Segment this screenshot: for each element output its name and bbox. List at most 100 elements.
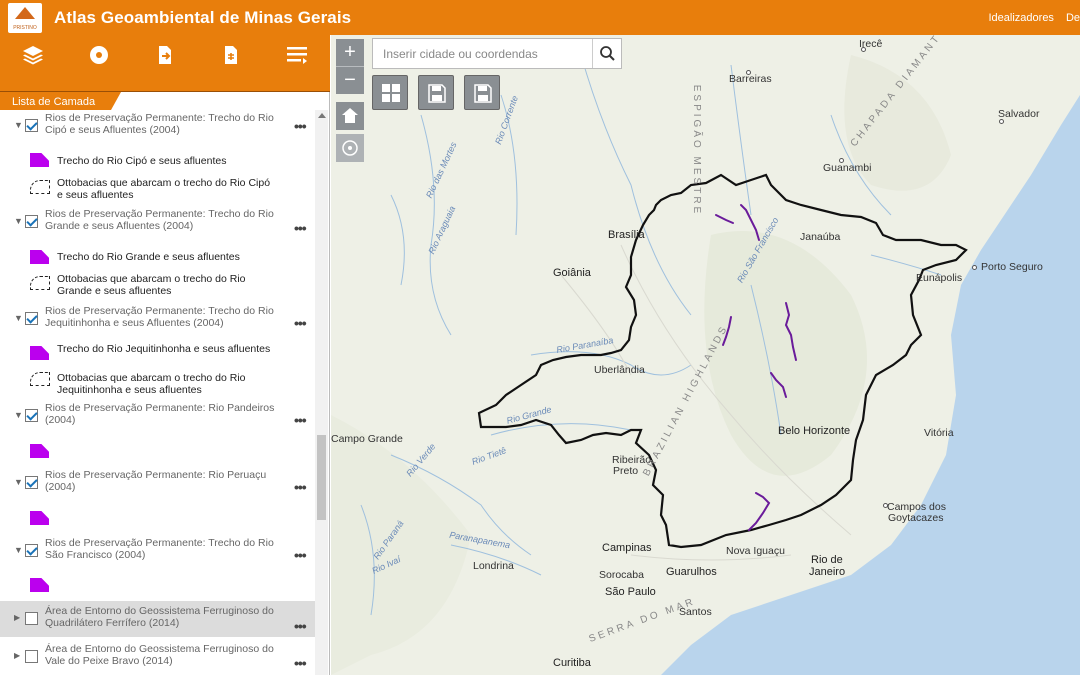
place-label: Nova Iguaçu [726,545,785,557]
menu-icon [287,46,307,64]
print-button[interactable] [198,35,264,74]
layer-name: Rios de Preservação Permanente: Trecho d… [45,208,274,232]
place-label: Janeiro [809,566,846,578]
collapse-caret-icon[interactable]: ▶ [14,651,20,660]
locate-button[interactable] [336,134,364,162]
legend-swatch-fill [30,511,49,525]
layer-item[interactable]: ▼ Rios de Preservação Permanente: Trecho… [0,110,315,142]
legend-swatch-dashed [30,180,50,194]
zoom-out-button[interactable]: − [336,67,364,94]
layer-list-tab[interactable]: Lista de Camada [0,92,122,110]
place-dot-icon [999,119,1004,124]
layer-item[interactable]: ▶ Área de Entorno do Geossistema Ferrugi… [0,601,315,637]
app-title: Atlas Geoambiental de Minas Gerais [54,7,352,27]
export-button[interactable] [132,35,198,74]
search-icon [600,46,615,61]
layer-checkbox[interactable] [25,650,38,663]
layer-name: Área de Entorno do Geossistema Ferrugino… [45,643,274,667]
export-icon [159,45,171,64]
expand-caret-icon[interactable]: ▼ [14,120,23,130]
legend-icon [90,45,108,64]
place-label: Goiânia [553,267,591,279]
menu-button[interactable] [264,35,330,74]
place-label: Uberlândia [594,364,645,376]
home-icon [342,108,358,123]
expand-caret-icon[interactable]: ▼ [14,313,23,323]
layer-options-icon[interactable]: ••• [294,118,307,134]
layer-checkbox[interactable] [25,544,38,557]
place-label: Londrina [473,560,514,572]
header-link-2[interactable]: De [1066,12,1080,24]
layer-checkbox[interactable] [25,215,38,228]
layer-options-icon[interactable]: ••• [294,655,307,671]
legend-swatch-fill [30,346,49,360]
layer-name: Rios de Preservação Permanente: Trecho d… [45,305,274,329]
layer-item[interactable]: ▼ Rios de Preservação Permanente: Trecho… [0,303,315,335]
layer-checkbox[interactable] [25,119,38,132]
legend-label: Ottobacias que abarcam o trecho do Rio G… [57,273,246,297]
basemap-gallery-button[interactable] [372,75,408,110]
place-dot-icon [861,47,866,52]
layer-options-icon[interactable]: ••• [294,220,307,236]
layer-checkbox[interactable] [25,612,38,625]
expand-caret-icon[interactable]: ▼ [14,477,23,487]
save-button[interactable] [418,75,454,110]
layer-item[interactable]: ▼ Rios de Preservação Permanente: Trecho… [0,535,315,567]
place-label: Salvador [998,108,1040,120]
save-icon [428,84,446,103]
legend-button[interactable] [66,35,132,74]
map-view[interactable]: Irecê Barreiras Salvador Guanambi Brasíl… [331,35,1080,675]
collapse-caret-icon[interactable]: ▶ [14,613,20,622]
layer-checkbox[interactable] [25,476,38,489]
idealizadores-link[interactable]: Idealizadores [989,12,1054,24]
layer-item[interactable]: ▼ Rios de Preservação Permanente: Trecho… [0,206,315,238]
layer-checkbox[interactable] [25,409,38,422]
layer-item[interactable]: ▶ Área de Entorno do Geossistema Ferrugi… [0,640,315,674]
layer-options-icon[interactable]: ••• [294,315,307,331]
layer-options-icon[interactable]: ••• [294,547,307,563]
layers-button[interactable] [0,35,66,74]
layer-item[interactable]: ▼ Rios de Preservação Permanente: Rio Pe… [0,467,315,499]
header-links: Idealizadores De [989,0,1080,35]
place-label: Janaúba [800,231,841,243]
layer-checkbox[interactable] [25,312,38,325]
layer-options-icon[interactable]: ••• [294,412,307,428]
zoom-control: + − [336,39,364,94]
layer-options-icon[interactable]: ••• [294,479,307,495]
expand-caret-icon[interactable]: ▼ [14,216,23,226]
search-input[interactable] [373,39,593,68]
expand-caret-icon[interactable]: ▼ [14,545,23,555]
layer-name: Rios de Preservação Permanente: Trecho d… [45,112,274,136]
legend-swatch-fill [30,250,49,264]
export-pdf-button[interactable] [464,75,500,110]
toolbar-strip [0,74,330,92]
scroll-thumb[interactable] [317,435,326,520]
logo-text: PRISTINO [13,24,37,31]
layer-list-scrollbar[interactable] [315,110,328,675]
place-dot-icon [839,158,844,163]
search-button[interactable] [592,39,621,68]
legend-swatch-fill [30,578,49,592]
place-label: Campinas [602,542,652,554]
place-label: Goytacazes [888,512,944,524]
place-label: Brasília [608,229,645,241]
legend-label: Trecho do Rio Jequitinhonha e seus aflue… [57,343,271,355]
layer-options-icon[interactable]: ••• [294,618,307,634]
place-label: Guarulhos [666,566,717,578]
layer-item[interactable]: ▼ Rios de Preservação Permanente: Rio Pa… [0,400,315,432]
scroll-up-arrow-icon[interactable] [318,113,326,118]
place-label: Belo Horizonte [778,425,851,437]
place-label: Guanambi [823,162,872,174]
layer-name: Rios de Preservação Permanente: Rio Pand… [45,402,275,426]
expand-caret-icon[interactable]: ▼ [14,410,23,420]
place-label: São Paulo [605,586,656,598]
layer-list[interactable]: ▼ Rios de Preservação Permanente: Trecho… [0,110,315,675]
place-label: Curitiba [553,657,591,669]
layers-icon [23,45,43,64]
place-label: Vitória [924,427,954,439]
zoom-in-button[interactable]: + [336,39,364,66]
place-dot-icon [883,503,888,508]
home-button[interactable] [336,102,364,130]
print-icon [225,45,237,64]
place-label: Preto [613,465,639,477]
